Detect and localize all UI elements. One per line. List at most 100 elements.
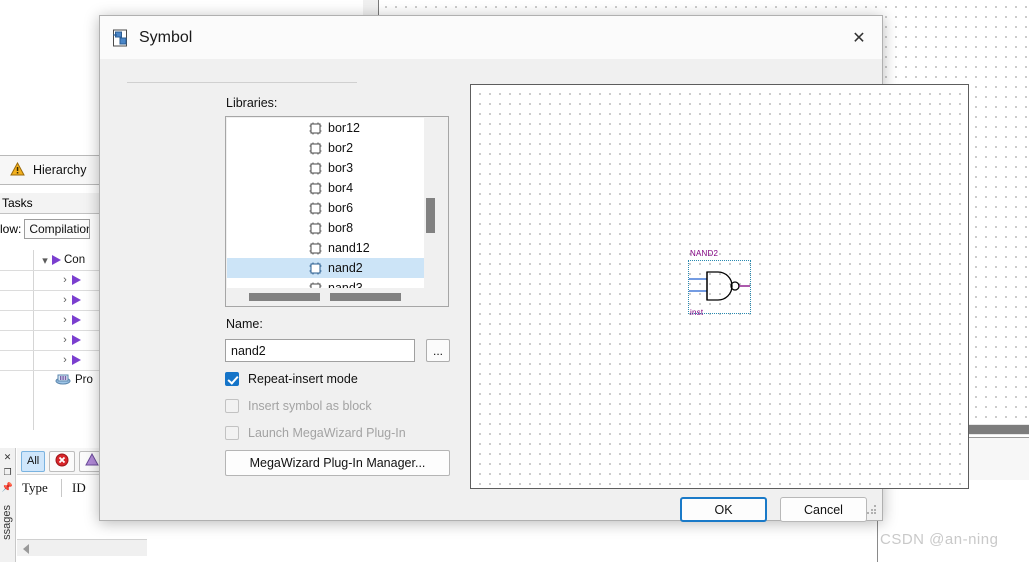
task-tree-row[interactable]: › [0, 310, 104, 331]
symbol-file-icon [309, 242, 322, 255]
flow-label: low: [0, 222, 22, 236]
list-item-label: bor8 [328, 221, 354, 235]
hierarchy-tab-label: Hierarchy [33, 163, 87, 177]
task-tree-row[interactable]: › [0, 290, 104, 311]
dialog-title-bar: Symbol ✕ [100, 16, 882, 59]
list-item[interactable]: bor8 [227, 218, 435, 238]
resize-grip[interactable] [867, 505, 877, 515]
list-item[interactable]: nand12 [227, 238, 435, 258]
ok-button[interactable]: OK [680, 497, 767, 522]
symbol-file-icon [309, 182, 322, 195]
task-tree-row[interactable]: › [0, 350, 104, 371]
name-label: Name: [226, 317, 263, 331]
messages-horizontal-scrollbar[interactable] [17, 540, 147, 556]
list-item-label: nand2 [328, 261, 363, 275]
libraries-list[interactable]: bor12 bor2 bor3 bor4 bor6 bor8 nand12 na… [227, 118, 435, 288]
symbol-file-icon [309, 162, 322, 175]
symbol-file-icon [309, 142, 322, 155]
list-item-label: nand3 [328, 281, 363, 288]
cancel-button[interactable]: Cancel [780, 497, 867, 522]
float-icon[interactable]: ❐ [0, 467, 15, 478]
run-task-icon [72, 335, 81, 345]
libraries-hscroll-thumb-right[interactable] [330, 293, 401, 301]
list-item-label: nand12 [328, 241, 370, 255]
dialog-separator [127, 82, 357, 83]
symbol-dialog: Symbol ✕ Libraries: bor12 bor2 bor3 bor4… [99, 15, 969, 522]
flow-selector-row: low: Compilation [0, 216, 104, 242]
messages-column-id[interactable]: ID [72, 477, 86, 499]
task-tree-program-label: Pro [75, 374, 93, 386]
chevron-right-icon[interactable]: › [58, 314, 72, 326]
chevron-down-icon[interactable]: ▾ [38, 254, 52, 267]
libraries-hscroll-thumb-left[interactable] [249, 293, 320, 301]
libraries-listbox[interactable]: bor12 bor2 bor3 bor4 bor6 bor8 nand12 na… [225, 116, 449, 307]
tasks-panel-title: Tasks [2, 196, 33, 210]
symbol-preview-canvas[interactable]: NAND2 inst [470, 84, 969, 489]
task-tree-row[interactable]: › [0, 270, 104, 291]
megawizard-plugin-manager-button[interactable]: MegaWizard Plug-In Manager... [225, 450, 450, 476]
run-task-icon [72, 275, 81, 285]
insert-symbol-as-block-checkbox [225, 399, 239, 413]
list-item-label: bor6 [328, 201, 354, 215]
task-tree-root-label: Con [64, 254, 86, 266]
scroll-left-icon[interactable] [23, 544, 29, 554]
error-icon [55, 453, 69, 470]
launch-megawizard-checkbox [225, 426, 239, 440]
list-item-label: bor3 [328, 161, 354, 175]
task-tree-row-program[interactable]: Pro [0, 370, 104, 390]
list-item-label: bor2 [328, 141, 354, 155]
symbol-file-icon [309, 222, 322, 235]
run-task-icon [52, 255, 61, 265]
name-input[interactable] [225, 339, 415, 362]
messages-filter-all-button[interactable]: All [21, 450, 46, 472]
browse-button[interactable]: ... [426, 339, 450, 362]
chevron-right-icon[interactable]: › [58, 334, 72, 346]
messages-filter-error-button[interactable] [49, 450, 76, 472]
messages-filter-all-label: All [27, 455, 40, 467]
run-task-icon [72, 295, 81, 305]
list-item[interactable]: bor12 [227, 118, 435, 138]
screen: Hierarchy Tasks low: Compilation ▾ Con ›… [0, 0, 1029, 562]
messages-panel-label: ssages [1, 505, 13, 540]
pin-icon[interactable]: 📌 [0, 482, 15, 493]
insert-symbol-as-block-option: Insert symbol as block [225, 399, 372, 413]
background-lower-panel-body [878, 480, 1029, 562]
symbol-file-icon [309, 262, 322, 275]
dialog-title: Symbol [139, 28, 193, 46]
close-icon[interactable]: ✕ [0, 452, 15, 463]
list-item[interactable]: bor2 [227, 138, 435, 158]
task-tree-row[interactable]: › [0, 330, 104, 351]
run-task-icon [72, 315, 81, 325]
libraries-horizontal-scrollbar[interactable] [227, 288, 447, 305]
list-item[interactable]: bor3 [227, 158, 435, 178]
flow-dropdown-value: Compilation [29, 222, 91, 236]
list-item[interactable]: bor4 [227, 178, 435, 198]
repeat-insert-mode-label: Repeat-insert mode [248, 372, 358, 386]
list-item[interactable]: bor6 [227, 198, 435, 218]
chevron-right-icon[interactable]: › [58, 274, 72, 286]
task-tree-root-row[interactable]: ▾ Con [0, 250, 104, 271]
list-item-selected[interactable]: nand2 [227, 258, 435, 278]
messages-column-type[interactable]: Type [22, 477, 48, 499]
symbol-preview-selection[interactable]: NAND2 inst [688, 249, 751, 317]
symbol-file-icon [309, 122, 322, 135]
list-item[interactable]: nand3 [227, 278, 435, 288]
run-task-icon [72, 355, 81, 365]
flow-dropdown[interactable]: Compilation [24, 219, 91, 239]
repeat-insert-mode-option[interactable]: Repeat-insert mode [225, 372, 358, 386]
libraries-vertical-scrollbar[interactable] [424, 118, 436, 288]
symbol-icon [112, 29, 130, 47]
list-item-label: bor12 [328, 121, 360, 135]
chevron-right-icon[interactable]: › [58, 354, 72, 366]
launch-megawizard-label: Launch MegaWizard Plug-In [248, 426, 406, 440]
close-icon[interactable]: ✕ [836, 16, 882, 59]
hierarchy-tab[interactable]: Hierarchy [0, 155, 104, 185]
list-item-label: bor4 [328, 181, 354, 195]
programmer-icon [55, 372, 71, 388]
repeat-insert-mode-checkbox[interactable] [225, 372, 239, 386]
libraries-label: Libraries: [226, 96, 278, 110]
task-tree: ▾ Con › › › › › Pro [0, 250, 104, 430]
chevron-right-icon[interactable]: › [58, 294, 72, 306]
libraries-scrollbar-thumb[interactable] [426, 198, 435, 233]
messages-column-divider [61, 479, 62, 497]
